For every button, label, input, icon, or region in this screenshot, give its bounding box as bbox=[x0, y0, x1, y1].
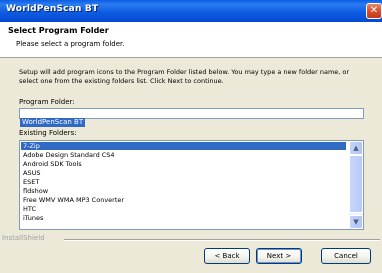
existing-folders-list[interactable]: 7-Zip Adobe Design Standard CS4 Android … bbox=[19, 140, 364, 230]
list-item[interactable]: 7-Zip bbox=[21, 142, 346, 150]
program-folder-value: WorldPenScan BT bbox=[20, 118, 86, 127]
back-button[interactable]: < Back bbox=[204, 248, 250, 264]
footer-divider bbox=[64, 239, 380, 241]
page-subtitle: Please select a program folder. bbox=[16, 40, 125, 48]
list-item[interactable]: Adobe Design Standard CS4 bbox=[21, 151, 346, 159]
list-item[interactable]: HTC bbox=[21, 205, 346, 213]
window-title: WorldPenScan BT bbox=[6, 4, 99, 14]
scroll-thumb[interactable] bbox=[349, 155, 363, 213]
program-folder-input[interactable]: WorldPenScan BT bbox=[19, 108, 364, 127]
scroll-down-button[interactable]: ▼ bbox=[349, 215, 363, 229]
list-item[interactable]: iTunes bbox=[21, 214, 346, 222]
program-folder-label: Program Folder: bbox=[19, 98, 75, 106]
page-title: Select Program Folder bbox=[8, 26, 109, 35]
list-item[interactable]: fldshow bbox=[21, 187, 346, 195]
list-item[interactable]: Android SDK Tools bbox=[21, 160, 346, 168]
list-scrollbar[interactable]: ▲ ▼ bbox=[349, 141, 363, 229]
cancel-button[interactable]: Cancel bbox=[321, 248, 371, 264]
installer-dialog: WorldPenScan BT ✕ Select Program Folder … bbox=[0, 0, 382, 273]
title-bar[interactable]: WorldPenScan BT ✕ bbox=[0, 0, 382, 22]
scroll-up-button[interactable]: ▲ bbox=[349, 141, 363, 155]
list-item[interactable]: ASUS bbox=[21, 169, 346, 177]
next-button[interactable]: Next > bbox=[256, 248, 302, 264]
chevron-up-icon: ▲ bbox=[353, 144, 359, 152]
chevron-down-icon: ▼ bbox=[353, 218, 359, 226]
instructions-text: Setup will add program icons to the Prog… bbox=[19, 68, 350, 85]
wizard-header: Select Program Folder Please select a pr… bbox=[0, 22, 382, 58]
list-item[interactable]: Free WMV WMA MP3 Converter bbox=[21, 196, 346, 204]
installshield-branding: InstallShield bbox=[2, 234, 45, 242]
close-button[interactable]: ✕ bbox=[366, 3, 382, 19]
list-item[interactable]: ESET bbox=[21, 178, 346, 186]
existing-folders-label: Existing Folders: bbox=[19, 129, 77, 137]
close-icon: ✕ bbox=[369, 5, 379, 16]
